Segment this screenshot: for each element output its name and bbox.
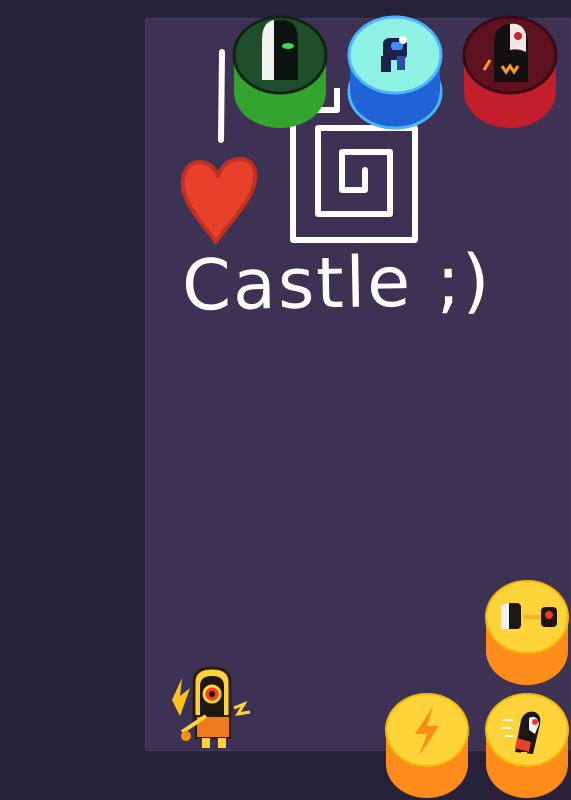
board-caption: Castle ;) [181, 239, 493, 327]
lightning-bolt-icon [385, 693, 469, 798]
player-character[interactable] [160, 660, 260, 755]
creature-character-icon [347, 15, 443, 130]
eye-knight-character-icon [172, 666, 251, 748]
token-green[interactable] [232, 0, 328, 130]
dashing-character-icon [485, 693, 569, 798]
token-cyan-blue[interactable] [347, 0, 443, 130]
ability-button[interactable] [485, 577, 569, 687]
token-red[interactable] [462, 0, 558, 130]
eye-laser-icon [485, 580, 569, 685]
ghost-character-icon [232, 15, 328, 128]
power-button[interactable] [385, 690, 469, 800]
dash-button[interactable] [485, 690, 569, 800]
demon-character-icon [462, 15, 558, 128]
